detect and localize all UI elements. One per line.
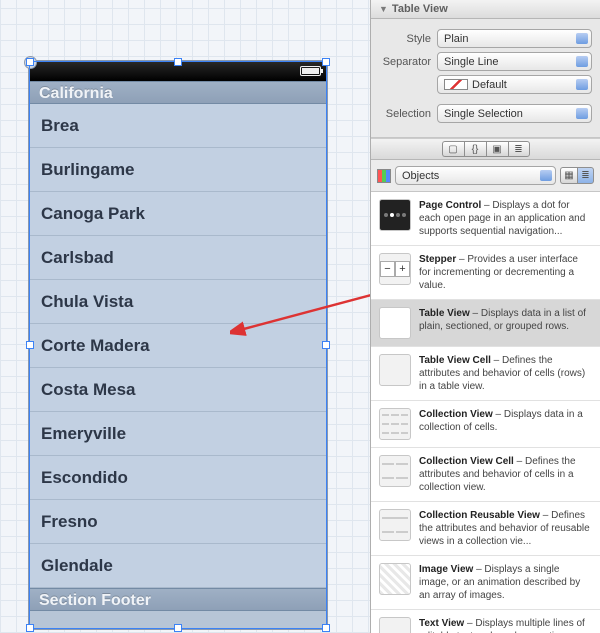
table-body[interactable]: Brea Burlingame Canoga Park Carlsbad Chu… [29,104,327,588]
table-row[interactable]: Canoga Park [29,192,327,236]
table-row[interactable]: Burlingame [29,148,327,192]
inspector-attributes: Style Plain Separator Single Line Defaul… [371,19,600,138]
inspector-title: Table View [392,3,448,15]
table-row[interactable]: Chula Vista [29,280,327,324]
inspector-panel: ▼ Table View Style Plain Separator Singl… [370,0,600,633]
tab-code-icon[interactable]: {} [464,141,486,157]
table-view-icon [379,307,411,339]
table-view-cell-icon [379,354,411,386]
table-row[interactable]: Glendale [29,544,327,588]
palette-icon [377,169,391,183]
selection-popup[interactable]: Single Selection [437,104,592,123]
selection-label: Selection [379,108,437,120]
image-view-icon [379,563,411,595]
library-item-image-view[interactable]: Image View – Displays a single image, or… [371,556,600,610]
object-library[interactable]: Page Control – Displays a dot for each o… [371,192,600,633]
table-row[interactable]: Fresno [29,500,327,544]
status-bar [29,61,327,81]
library-item-collection-view[interactable]: Collection View – Displays data in a col… [371,401,600,448]
section-header: California [29,81,327,104]
library-filter-bar: Objects ▦ ≣ [371,160,600,192]
table-row[interactable]: Carlsbad [29,236,327,280]
library-item-table-view-cell[interactable]: Table View Cell – Defines the attributes… [371,347,600,401]
library-filter-popup[interactable]: Objects [395,166,556,185]
table-row[interactable]: Brea [29,104,327,148]
library-item-page-control[interactable]: Page Control – Displays a dot for each o… [371,192,600,246]
library-item-table-view[interactable]: Table View – Displays data in a list of … [371,300,600,347]
style-label: Style [379,33,437,45]
tab-files-icon[interactable]: ▢ [442,141,464,157]
table-row[interactable]: Costa Mesa [29,368,327,412]
color-swatch-icon [444,79,468,90]
grid-view-icon[interactable]: ▦ [560,167,577,184]
collection-reusable-view-icon [379,509,411,541]
text-view-icon [379,617,411,633]
library-item-collection-view-cell[interactable]: Collection View Cell – Defines the attri… [371,448,600,502]
collection-view-icon [379,408,411,440]
table-row[interactable]: Corte Madera [29,324,327,368]
iphone-canvas[interactable]: × California Brea Burlingame Canoga Park… [28,60,328,630]
stepper-icon: −+ [379,253,411,285]
separator-color-popup[interactable]: Default [437,75,592,94]
library-item-stepper[interactable]: −+ Stepper – Provides a user interface f… [371,246,600,300]
page-control-icon [379,199,411,231]
table-row[interactable]: Emeryville [29,412,327,456]
disclosure-triangle-icon[interactable]: ▼ [379,4,388,14]
library-item-text-view[interactable]: Text View – Displays multiple lines of e… [371,610,600,633]
library-tabbar: ▢ {} ▣ ≣ [371,138,600,160]
tab-media-icon[interactable]: ≣ [508,141,530,157]
close-icon[interactable]: × [24,56,37,69]
table-row[interactable]: Escondido [29,456,327,500]
battery-icon [300,66,321,76]
library-viewmode[interactable]: ▦ ≣ [560,167,594,184]
style-popup[interactable]: Plain [437,29,592,48]
library-item-collection-reusable-view[interactable]: Collection Reusable View – Defines the a… [371,502,600,556]
list-view-icon[interactable]: ≣ [577,167,594,184]
inspector-section-header[interactable]: ▼ Table View [371,0,600,19]
separator-popup[interactable]: Single Line [437,52,592,71]
tab-objects-icon[interactable]: ▣ [486,141,508,157]
separator-label: Separator [379,56,437,68]
section-footer: Section Footer [29,588,327,611]
collection-view-cell-icon [379,455,411,487]
